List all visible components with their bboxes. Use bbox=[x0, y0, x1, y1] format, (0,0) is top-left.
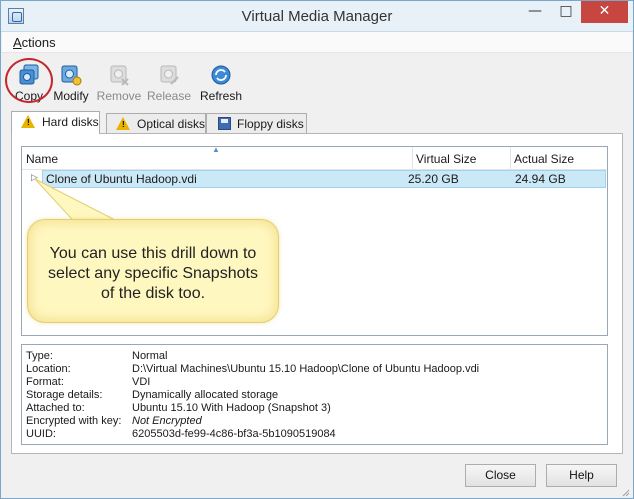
tab-hard-disks[interactable]: ! Hard disks bbox=[11, 111, 100, 134]
tree-header: ▲ Name Virtual Size Actual Size bbox=[22, 145, 607, 170]
floppy-icon bbox=[218, 117, 231, 130]
detail-value: 6205503d-fe99-4c86-bf3a-5b1090519084 bbox=[132, 428, 336, 440]
title-bar[interactable]: Virtual Media Manager — □ ✕ bbox=[1, 1, 633, 32]
detail-row-format: Format: VDI bbox=[26, 376, 606, 389]
toolbar: Copy Modify Remove Release Refresh bbox=[2, 54, 632, 106]
row-actual-size: 24.94 GB bbox=[515, 172, 566, 186]
detail-value: Normal bbox=[132, 350, 168, 362]
detail-label: Type: bbox=[26, 350, 53, 362]
refresh-icon bbox=[211, 65, 231, 85]
column-separator[interactable] bbox=[510, 147, 511, 170]
tab-bar: ! Hard disks ! Optical disks Floppy disk… bbox=[11, 111, 623, 134]
remove-label: Remove bbox=[96, 89, 142, 103]
remove-button[interactable]: Remove bbox=[96, 62, 142, 104]
detail-value: VDI bbox=[132, 376, 151, 388]
tab-floppy-disks-label: Floppy disks bbox=[237, 117, 304, 131]
tab-optical-disks[interactable]: ! Optical disks bbox=[106, 113, 206, 133]
detail-value: D:\Virtual Machines\Ubuntu 15.10 Hadoop\… bbox=[132, 363, 480, 375]
release-button[interactable]: Release bbox=[146, 62, 192, 104]
modify-button[interactable]: Modify bbox=[48, 62, 94, 104]
detail-row-encrypted: Encrypted with key: Not Encrypted bbox=[26, 415, 606, 428]
detail-label: Attached to: bbox=[26, 402, 85, 414]
close-button[interactable]: Close bbox=[465, 464, 536, 487]
column-header-actual-size[interactable]: Actual Size bbox=[514, 152, 574, 166]
maximize-button[interactable]: □ bbox=[552, 1, 580, 23]
table-row[interactable]: Clone of Ubuntu Hadoop.vdi 25.20 GB 24.9… bbox=[42, 170, 606, 188]
refresh-button[interactable]: Refresh bbox=[198, 62, 244, 104]
detail-label: Storage details: bbox=[26, 389, 103, 401]
resize-grip-icon[interactable] bbox=[620, 487, 630, 497]
detail-label: Format: bbox=[26, 376, 64, 388]
remove-disk-icon bbox=[110, 65, 129, 86]
sort-indicator-icon: ▲ bbox=[212, 145, 220, 154]
close-window-button[interactable]: ✕ bbox=[581, 1, 628, 23]
detail-row-uuid: UUID: 6205503d-fe99-4c86-bf3a-5b109051908… bbox=[26, 428, 606, 441]
detail-label: UUID: bbox=[26, 428, 56, 440]
row-virtual-size: 25.20 GB bbox=[408, 172, 459, 186]
detail-value: Dynamically allocated storage bbox=[132, 389, 279, 401]
virtual-media-manager-window: Virtual Media Manager — □ ✕ Actions Copy… bbox=[0, 0, 634, 499]
modify-disk-icon bbox=[61, 65, 82, 86]
warning-icon-mark: ! bbox=[122, 120, 125, 129]
minimize-button[interactable]: — bbox=[521, 1, 549, 23]
warning-icon-mark: ! bbox=[27, 118, 30, 127]
tab-hard-disks-label: Hard disks bbox=[42, 115, 99, 129]
tab-optical-disks-label: Optical disks bbox=[137, 117, 206, 131]
details-pane: Type: Normal Location: D:\Virtual Machines… bbox=[21, 344, 608, 445]
expand-arrow-icon[interactable]: ▷ bbox=[31, 173, 38, 183]
help-button[interactable]: Help bbox=[546, 464, 617, 487]
column-header-virtual-size[interactable]: Virtual Size bbox=[416, 152, 476, 166]
callout-text: You can use this drill down to select an… bbox=[48, 245, 258, 302]
detail-label: Encrypted with key: bbox=[26, 415, 122, 427]
tab-floppy-disks[interactable]: Floppy disks bbox=[206, 113, 307, 133]
detail-row-storage-details: Storage details: Dynamically allocated st… bbox=[26, 389, 606, 402]
detail-row-attached-to: Attached to: Ubuntu 15.10 With Hadoop (Sn… bbox=[26, 402, 606, 415]
detail-value: Ubuntu 15.10 With Hadoop (Snapshot 3) bbox=[132, 402, 331, 414]
modify-label: Modify bbox=[53, 89, 89, 103]
menu-bar: Actions bbox=[2, 32, 632, 53]
annotation-callout: You can use this drill down to select an… bbox=[27, 219, 279, 323]
release-disk-icon bbox=[160, 65, 179, 85]
detail-row-type: Type: Normal bbox=[26, 350, 606, 363]
detail-label: Location: bbox=[26, 363, 71, 375]
copy-highlight-ring bbox=[5, 58, 53, 103]
detail-row-location: Location: D:\Virtual Machines\Ubuntu 15.1… bbox=[26, 363, 606, 376]
column-header-name[interactable]: Name bbox=[26, 152, 58, 166]
menu-actions-accelerator: A bbox=[13, 35, 22, 50]
detail-value: Not Encrypted bbox=[132, 415, 202, 427]
menu-actions[interactable]: Actions bbox=[13, 35, 56, 50]
menu-actions-rest: ctions bbox=[21, 35, 56, 50]
refresh-label: Refresh bbox=[199, 89, 243, 103]
column-separator[interactable] bbox=[412, 147, 413, 170]
release-label: Release bbox=[146, 89, 192, 103]
row-name: Clone of Ubuntu Hadoop.vdi bbox=[46, 172, 197, 186]
